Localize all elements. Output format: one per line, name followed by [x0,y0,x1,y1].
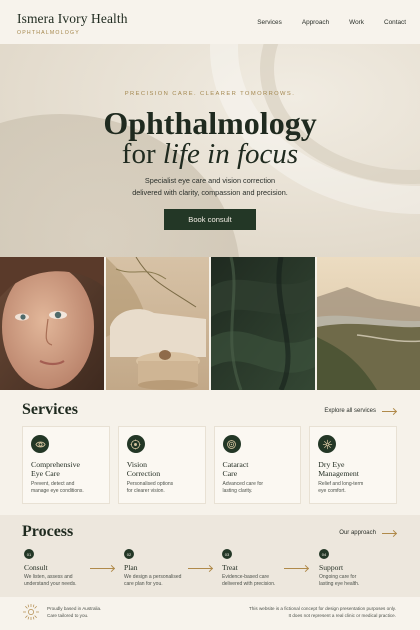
service-title-line1: Vision [126,460,148,469]
footer-location-line2: Care tailored to you. [47,612,89,618]
step-desc-line1: Evidence-based care [222,574,269,580]
service-card-dry-eye[interactable]: Dry Eye Management Relief and long-term … [309,426,397,504]
service-desc-line2: for clearer vision. [126,488,165,494]
service-card-comprehensive[interactable]: Comprehensive Eye Care Prevent, detect a… [22,426,110,504]
vision-target-icon [126,435,145,453]
service-title-line2: Management [318,469,359,478]
brand-tagline: OPHTHALMOLOGY [17,30,80,36]
process-heading: Process [22,523,74,540]
arrow-right-icon [382,532,396,534]
service-card-title: Dry Eye Management [318,460,396,478]
coastline-image [316,257,420,390]
hero-title-line2: for life in focus [0,138,420,170]
our-approach-label: Our approach [339,530,376,536]
explore-services-label: Explore all services [324,408,376,414]
service-card-desc: Personalised options for clearer vision. [127,481,207,495]
services-cards: Comprehensive Eye Care Prevent, detect a… [22,426,397,504]
brand-logo[interactable]: Ismera Ivory Health OPHTHALMOLOGY [17,11,128,37]
footer-disclaimer-line1: This website is a fictional concept for … [249,606,396,611]
service-card-vision[interactable]: Vision Correction Personalised options f… [117,426,207,504]
step-number: 01 [24,549,34,559]
main-nav: Services Approach Work Contact [237,19,406,26]
service-desc-line1: Relief and long-term [318,481,364,487]
step-desc-line2: understand your needs. [24,581,77,587]
step-desc: Evidence-based care delivered with preci… [222,574,308,588]
step-desc: We listen, assess and understand your ne… [24,574,110,588]
service-title-line1: Cataract [222,460,249,469]
service-card-title: Vision Correction [127,460,205,478]
step-number: 02 [124,549,134,559]
service-desc-line2: manage eye conditions. [31,488,84,494]
site-header: Ismera Ivory Health OPHTHALMOLOGY Servic… [0,0,420,44]
service-title-line1: Comprehensive [31,460,80,469]
service-desc-line2: eye comfort. [318,488,346,494]
eye-icon [31,435,49,453]
services-heading: Services [22,401,78,418]
step-number: 03 [222,549,232,559]
cataract-lens-icon [222,435,241,453]
footer-disclaimer-line2: It does not represent a real clinic or m… [288,612,397,618]
step-arrow-icon [284,568,308,569]
process-section: Process Our approach 01 Consult We liste… [0,515,420,597]
hero-eyebrow: PRECISION CARE. CLEARER TOMORROWS. [124,91,296,97]
service-desc-line1: Prevent, detect and [31,481,75,487]
step-arrow-icon [188,568,212,569]
hero-subtitle-line2: delivered with clarity, compassion and p… [132,187,288,197]
portrait-image [0,257,104,390]
step-desc: We design a personalised care plan for y… [124,574,210,588]
service-card-desc: Relief and long-term eye comfort. [318,481,398,495]
service-desc-line2: lasting clarity. [222,488,253,494]
image-gallery [0,257,420,390]
explore-services-link[interactable]: Explore all services [324,408,396,414]
hero-title-prefix: for [121,138,163,170]
step-desc-line2: care plan for you. [124,581,163,587]
book-consult-button[interactable]: Book consult [164,209,256,230]
sun-logo-icon [23,604,39,620]
step-number: 04 [319,549,329,559]
nav-contact[interactable]: Contact [384,19,406,26]
hero-section: PRECISION CARE. CLEARER TOMORROWS. Ophth… [0,44,420,257]
step-desc: Ongoing care for lasting eye health. [319,574,405,588]
nav-services[interactable]: Services [257,19,282,26]
service-card-title: Cataract Care [223,460,301,478]
footer-location-line1: Proudly based in Australia. [47,606,102,611]
hero-title-italic: life in focus [162,138,299,170]
service-card-title: Comprehensive Eye Care [31,460,109,478]
step-desc-line1: We listen, assess and [24,574,73,580]
service-card-cataract[interactable]: Cataract Care Advanced care for lasting … [213,426,303,504]
brand-name: Ismera Ivory Health [17,11,128,26]
nav-work[interactable]: Work [349,19,364,26]
service-title-line2: Care [222,469,238,478]
step-title: Support [319,563,344,572]
step-desc-line1: Ongoing care for [319,574,357,580]
arrow-right-icon [382,410,396,412]
footer-location: Proudly based in Australia. Care tailore… [47,606,101,619]
service-title-line1: Dry Eye [318,460,345,469]
hero-subtitle-line1: Specialist eye care and vision correctio… [144,176,276,185]
hero-title-line1: Ophthalmology [103,105,317,141]
our-approach-link[interactable]: Our approach [339,530,396,536]
service-desc-line1: Personalised options [126,481,174,487]
step-desc-line2: lasting eye health. [319,581,360,587]
interior-image [105,257,209,390]
footer-disclaimer: This website is a fictional concept for … [249,606,396,619]
hero-subtitle: Specialist eye care and vision correctio… [0,175,420,198]
sparkle-icon [318,435,337,453]
site-footer: Proudly based in Australia. Care tailore… [0,597,420,630]
service-desc-line1: Advanced care for [222,481,264,487]
nav-approach[interactable]: Approach [302,19,329,26]
process-step-support: 04 Support Ongoing care for lasting eye … [319,549,405,588]
service-title-line2: Eye Care [31,469,60,478]
fabric-image [211,257,315,390]
step-desc-line2: delivered with precision. [222,581,276,587]
service-card-desc: Advanced care for lasting clarity. [223,481,303,495]
step-arrow-icon [90,568,114,569]
service-title-line2: Correction [126,469,161,478]
service-card-desc: Prevent, detect and manage eye condition… [31,481,111,495]
step-desc-line1: We design a personalised [124,574,182,580]
